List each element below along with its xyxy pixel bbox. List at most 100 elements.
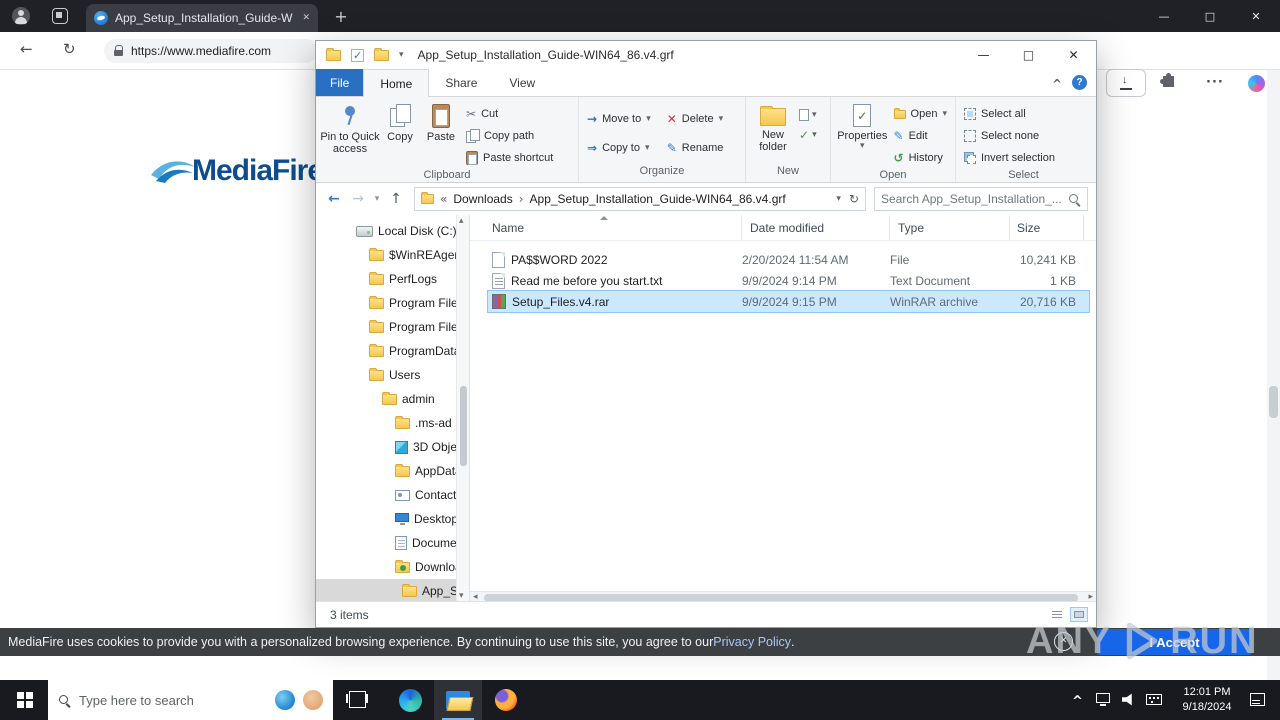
file-row-setup-files-rar[interactable]: Setup_Files.v4.rar 9/9/2024 9:15 PM WinR… [487,290,1090,313]
taskbar-search-input[interactable] [79,692,267,708]
window-minimize-button[interactable] [1159,11,1170,22]
rename-button[interactable]: Rename [663,135,728,161]
tree-item-downloads[interactable]: Downloads [316,555,456,579]
downloads-button[interactable] [1106,69,1146,97]
new-item-button[interactable] [796,107,820,123]
tab-home[interactable]: Home [363,69,430,97]
pin-to-quick-access-button[interactable]: Pin to Quick access [320,101,380,169]
column-header-type[interactable]: Type [890,215,1010,240]
large-icons-view-button[interactable] [1070,607,1088,622]
tab-view[interactable]: View [493,69,551,96]
back-button[interactable] [20,42,33,57]
scroll-down-icon[interactable] [459,592,464,601]
tab-file[interactable]: File [316,69,364,96]
new-tab-button[interactable] [332,8,350,26]
invert-selection-button[interactable]: Invert selection [960,147,1059,169]
taskbar-search-box[interactable] [48,680,333,720]
column-header-date-modified[interactable]: Date modified [742,215,890,240]
nav-forward-button[interactable] [346,192,370,206]
tree-item-app-setup-selected[interactable]: App_Setu... [316,579,456,603]
tree-scrollbar[interactable] [456,215,469,603]
tree-item-desktop[interactable]: Desktop [316,507,456,531]
search-icon[interactable] [1068,193,1081,206]
breadcrumb-overflow-icon[interactable] [440,193,447,205]
history-button[interactable]: History [890,147,951,169]
nav-up-button[interactable] [384,192,408,206]
help-button[interactable]: ? [1072,75,1087,90]
tree-item-programdata[interactable]: ProgramData [316,339,456,363]
keyboard-icon[interactable] [1146,694,1162,705]
folder-icon[interactable] [326,47,341,61]
explorer-search-box[interactable] [874,187,1088,211]
column-header-name[interactable]: Name [470,215,742,240]
explorer-search-input[interactable] [881,192,1068,206]
accept-cookies-button[interactable]: I Accept [1097,629,1252,655]
scroll-up-icon[interactable] [459,217,464,226]
edit-button[interactable]: Edit [890,125,951,147]
file-row-readme[interactable]: Read me before you start.txt 9/9/2024 9:… [488,270,1089,291]
properties-button[interactable]: Properties [835,101,890,169]
tree-item-winreagent[interactable]: $WinREAgent [316,243,456,267]
explorer-maximize-button[interactable] [1023,49,1034,61]
tree-item-3d-objects[interactable]: 3D Objects [316,435,456,459]
globe-icon[interactable] [275,690,295,710]
cut-button[interactable]: Cut [462,103,557,125]
paste-button[interactable]: Paste [420,101,462,169]
tab-actions-icon[interactable] [52,8,68,24]
move-to-button[interactable]: Move to [583,106,655,132]
new-folder-button[interactable]: New folder [750,101,796,165]
folder-icon[interactable] [374,47,389,61]
tree-item-ms-ad[interactable]: .ms-ad [316,411,456,435]
address-dropdown-icon[interactable] [836,195,841,204]
more-menu-button[interactable] [1206,76,1224,89]
tab-close-icon[interactable] [302,14,310,23]
nav-recent-dropdown-icon[interactable] [370,195,384,204]
tree-item-users[interactable]: Users [316,363,456,387]
start-button[interactable] [10,680,40,720]
explorer-address-bar[interactable]: Downloads App_Setup_Installation_Guide-W… [414,187,866,211]
window-close-button[interactable] [1251,11,1260,22]
window-maximize-button[interactable] [1205,11,1215,22]
tree-item-perflogs[interactable]: PerfLogs [316,267,456,291]
file-row-password-2022[interactable]: PA$$WORD 2022 2/20/2024 11:54 AM File 10… [488,249,1089,270]
task-view-button[interactable] [346,691,368,708]
tree-item-program-files-x86[interactable]: Program Files [316,315,456,339]
tree-scrollbar-thumb[interactable] [460,386,467,466]
volume-icon[interactable] [1122,693,1132,706]
taskbar-edge-button[interactable] [386,680,434,720]
minimize-ribbon-icon[interactable] [1052,78,1062,90]
explorer-close-button[interactable] [1068,49,1078,61]
dismiss-banner-button[interactable] [1054,632,1073,651]
select-none-button[interactable]: Select none [960,125,1059,147]
tree-item-documents[interactable]: Documents [316,531,456,555]
address-refresh-icon[interactable] [849,193,859,205]
lock-icon[interactable] [114,45,124,57]
copy-button[interactable]: Copy [380,101,420,169]
page-scrollbar[interactable] [1267,70,1280,680]
tree-item-appdata[interactable]: AppData [316,459,456,483]
taskbar-clock[interactable]: 12:01 PM 9/18/2024 [1172,685,1242,715]
action-center-icon[interactable] [1250,693,1265,706]
tree-item-program-files[interactable]: Program Files [316,291,456,315]
check-icon[interactable] [351,48,364,62]
tree-item-local-disk-c[interactable]: Local Disk (C:) [316,219,456,243]
refresh-button[interactable] [63,42,76,57]
privacy-policy-link[interactable]: Privacy Policy [713,635,791,649]
profile-avatar[interactable] [12,7,30,25]
avatar-icon[interactable] [303,690,323,710]
copy-to-button[interactable]: Copy to [583,135,655,161]
tray-expand-icon[interactable] [1072,695,1083,708]
paste-shortcut-button[interactable]: Paste shortcut [462,147,557,169]
details-view-button[interactable] [1048,607,1066,622]
delete-button[interactable]: Delete [663,106,728,132]
network-icon[interactable] [1096,693,1110,706]
browser-tab[interactable]: App_Setup_Installation_Guide-W [86,4,318,32]
column-header-size[interactable]: Size [1010,215,1084,240]
copilot-icon[interactable] [1248,75,1265,92]
page-scrollbar-thumb[interactable] [1269,386,1278,418]
qat-dropdown-icon[interactable] [399,51,404,60]
tree-item-contacts[interactable]: Contacts [316,483,456,507]
tab-share[interactable]: Share [429,69,493,96]
breadcrumb-downloads[interactable]: Downloads [453,192,512,206]
breadcrumb-current[interactable]: App_Setup_Installation_Guide-WIN64_86.v4… [530,192,786,206]
